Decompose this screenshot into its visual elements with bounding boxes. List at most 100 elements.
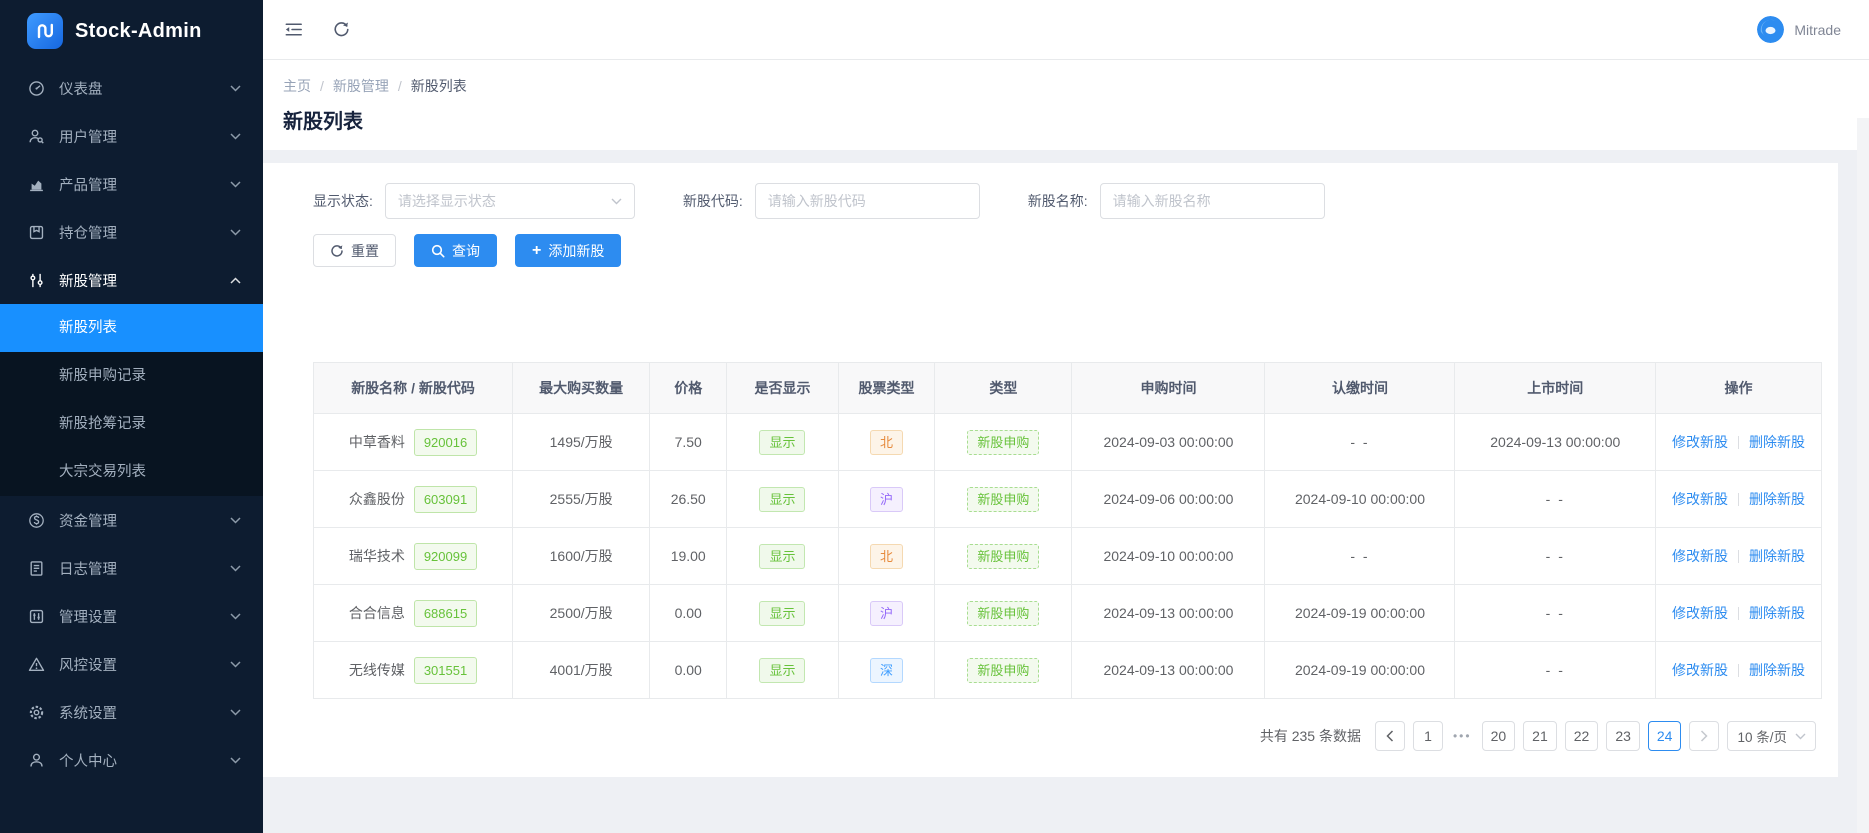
refresh-icon[interactable] bbox=[331, 20, 355, 40]
sidebar-item-label: 风控设置 bbox=[59, 654, 230, 675]
pay-time: 2024-09-19 00:00:00 bbox=[1265, 585, 1455, 642]
code-input[interactable] bbox=[755, 183, 980, 219]
sidebar-subitem-newstock-grab-records[interactable]: 新股抢筹记录 bbox=[0, 400, 263, 448]
name-filter-label: 新股名称: bbox=[1028, 191, 1088, 211]
pagination-ellipsis[interactable]: ••• bbox=[1451, 729, 1474, 743]
table-row: 无线传媒3015514001/万股0.00显示深新股申购2024-09-13 0… bbox=[314, 642, 1822, 699]
breadcrumb-item[interactable]: 主页 bbox=[283, 76, 311, 96]
pagination-next-button[interactable] bbox=[1689, 721, 1719, 751]
sidebar-item-funds-mgmt[interactable]: 资金管理 bbox=[0, 496, 263, 544]
pay-time: 2024-09-19 00:00:00 bbox=[1265, 642, 1455, 699]
delete-stock-link[interactable]: 删除新股 bbox=[1749, 662, 1805, 678]
chevron-down-icon bbox=[230, 613, 241, 620]
sidebar-item-label: 仪表盘 bbox=[59, 78, 230, 99]
chevron-down-icon bbox=[230, 229, 241, 236]
apply-time: 2024-09-10 00:00:00 bbox=[1072, 528, 1265, 585]
column-header: 新股名称 / 新股代码 bbox=[314, 363, 513, 414]
box-icon bbox=[28, 224, 45, 241]
delete-stock-link[interactable]: 删除新股 bbox=[1749, 605, 1805, 621]
sidebar-subitem-newstock-subscribe-records[interactable]: 新股申购记录 bbox=[0, 352, 263, 400]
pay-time: - - bbox=[1265, 528, 1455, 585]
page-size-select[interactable]: 10 条/页 bbox=[1727, 721, 1816, 751]
collapse-sidebar-icon[interactable] bbox=[283, 20, 307, 40]
sidebar-item-label: 日志管理 bbox=[59, 558, 230, 579]
market-tag: 深 bbox=[870, 658, 903, 683]
sidebar-item-user-mgmt[interactable]: 用户管理 bbox=[0, 112, 263, 160]
user-menu[interactable]: Mitrade bbox=[1757, 16, 1841, 43]
stock-name: 合合信息 bbox=[349, 603, 405, 623]
sidebar-item-position-mgmt[interactable]: 持仓管理 bbox=[0, 208, 263, 256]
gear-icon bbox=[28, 704, 45, 721]
price: 7.50 bbox=[650, 414, 727, 471]
stock-code-tag: 603091 bbox=[414, 486, 477, 513]
app-logo-row: Stock-Admin bbox=[0, 0, 263, 62]
stock-code-tag: 920099 bbox=[414, 543, 477, 570]
price: 26.50 bbox=[650, 471, 727, 528]
edit-stock-link[interactable]: 修改新股 bbox=[1672, 434, 1728, 450]
list-time: - - bbox=[1455, 528, 1656, 585]
sidebar-item-system-settings[interactable]: 系统设置 bbox=[0, 688, 263, 736]
sidebar-item-product-mgmt[interactable]: 产品管理 bbox=[0, 160, 263, 208]
sidebar-item-dashboard[interactable]: 仪表盘 bbox=[0, 64, 263, 112]
edit-stock-link[interactable]: 修改新股 bbox=[1672, 548, 1728, 564]
max-buy-amount: 1495/万股 bbox=[513, 414, 650, 471]
reset-button[interactable]: 重置 bbox=[313, 234, 396, 267]
sidebar-subitem-block-trade-list[interactable]: 大宗交易列表 bbox=[0, 448, 263, 496]
action-divider bbox=[1738, 664, 1739, 677]
column-header: 价格 bbox=[650, 363, 727, 414]
search-icon bbox=[431, 244, 445, 258]
pagination-page-21[interactable]: 21 bbox=[1523, 721, 1557, 751]
chevron-up-icon bbox=[230, 277, 241, 284]
max-buy-amount: 1600/万股 bbox=[513, 528, 650, 585]
sidebar-item-risk-settings[interactable]: 风控设置 bbox=[0, 640, 263, 688]
sidebar-item-label: 持仓管理 bbox=[59, 222, 230, 243]
action-divider bbox=[1738, 493, 1739, 506]
app-title: Stock-Admin bbox=[75, 20, 202, 43]
table-row: 合合信息6886152500/万股0.00显示沪新股申购2024-09-13 0… bbox=[314, 585, 1822, 642]
pagination-page-24[interactable]: 24 bbox=[1648, 721, 1682, 751]
sidebar-item-label: 个人中心 bbox=[59, 750, 230, 771]
apply-time: 2024-09-03 00:00:00 bbox=[1072, 414, 1265, 471]
sidebar-subitem-newstock-list[interactable]: 新股列表 bbox=[0, 304, 263, 352]
sidebar-menu: 仪表盘用户管理产品管理持仓管理新股管理新股列表新股申购记录新股抢筹记录大宗交易列… bbox=[0, 62, 263, 784]
filter-actions: 重置 查询 +添加新股 bbox=[313, 234, 1822, 267]
list-time: 2024-09-13 00:00:00 bbox=[1455, 414, 1656, 471]
edit-stock-link[interactable]: 修改新股 bbox=[1672, 662, 1728, 678]
query-button[interactable]: 查询 bbox=[414, 234, 497, 267]
action-divider bbox=[1738, 436, 1739, 449]
type-tag: 新股申购 bbox=[967, 487, 1039, 512]
sidebar-item-log-mgmt[interactable]: 日志管理 bbox=[0, 544, 263, 592]
chevron-down-icon bbox=[230, 661, 241, 668]
pagination-page-20[interactable]: 20 bbox=[1482, 721, 1516, 751]
delete-stock-link[interactable]: 删除新股 bbox=[1749, 548, 1805, 564]
content-area: 显示状态: 请选择显示状态 新股代码: 新股名称: bbox=[263, 150, 1869, 833]
breadcrumb-item[interactable]: 新股管理 bbox=[333, 76, 389, 96]
column-header: 股票类型 bbox=[838, 363, 935, 414]
sidebar-item-label: 资金管理 bbox=[59, 510, 230, 531]
sidebar-item-profile[interactable]: 个人中心 bbox=[0, 736, 263, 784]
sidebar-item-label: 系统设置 bbox=[59, 702, 230, 723]
delete-stock-link[interactable]: 删除新股 bbox=[1749, 491, 1805, 507]
topbar: Mitrade bbox=[263, 0, 1869, 60]
delete-stock-link[interactable]: 删除新股 bbox=[1749, 434, 1805, 450]
stock-table: 新股名称 / 新股代码最大购买数量价格是否显示股票类型类型申购时间认缴时间上市时… bbox=[313, 362, 1822, 699]
pagination-prev-button[interactable] bbox=[1375, 721, 1405, 751]
main-area: Mitrade 主页/新股管理/新股列表 新股列表 显示状态: 请选择显示状态 … bbox=[263, 0, 1869, 833]
sidebar-item-newstock-mgmt[interactable]: 新股管理 bbox=[0, 256, 263, 304]
add-stock-button[interactable]: +添加新股 bbox=[515, 234, 621, 267]
pagination-page-22[interactable]: 22 bbox=[1565, 721, 1599, 751]
status-select[interactable]: 请选择显示状态 bbox=[385, 183, 635, 219]
apply-time: 2024-09-13 00:00:00 bbox=[1072, 642, 1265, 699]
sidebar-item-admin-settings[interactable]: 管理设置 bbox=[0, 592, 263, 640]
page-head: 主页/新股管理/新股列表 新股列表 bbox=[263, 60, 1869, 150]
pagination-page-23[interactable]: 23 bbox=[1606, 721, 1640, 751]
breadcrumb-separator: / bbox=[398, 78, 402, 94]
app-logo-icon bbox=[27, 13, 63, 49]
sidebar-item-label: 产品管理 bbox=[59, 174, 230, 195]
edit-stock-link[interactable]: 修改新股 bbox=[1672, 491, 1728, 507]
column-header: 操作 bbox=[1656, 363, 1822, 414]
edit-stock-link[interactable]: 修改新股 bbox=[1672, 605, 1728, 621]
name-input[interactable] bbox=[1100, 183, 1325, 219]
column-header: 申购时间 bbox=[1072, 363, 1265, 414]
pagination-page-1[interactable]: 1 bbox=[1413, 721, 1443, 751]
